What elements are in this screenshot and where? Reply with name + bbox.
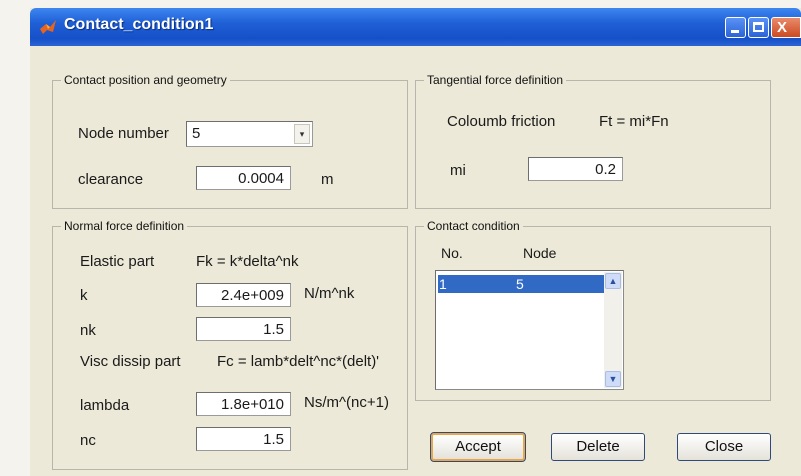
tangential-force-group: Tangential force definition Coloumb fric… (415, 73, 771, 209)
list-item-no: 1 (439, 276, 447, 292)
close-window-button[interactable]: X (771, 17, 801, 38)
nc-label: nc (80, 432, 96, 449)
lambda-unit: Ns/m^(nc+1) (304, 394, 389, 411)
maximize-icon (753, 22, 764, 32)
normal-force-legend: Normal force definition (61, 219, 188, 233)
k-unit: N/m^nk (304, 285, 355, 302)
dialog-window: Contact_condition1 X Contact position an… (30, 8, 801, 476)
node-number-label: Node number (78, 125, 169, 142)
coulomb-friction-label: Coloumb friction (447, 113, 556, 130)
node-number-dropdown[interactable]: 5 ▾ (186, 121, 313, 147)
nc-input[interactable]: 1.5 (196, 427, 291, 451)
column-header-node: Node (523, 245, 557, 261)
list-item[interactable]: 1 5 (438, 275, 604, 293)
k-input[interactable]: 2.4e+009 (196, 283, 291, 307)
elastic-formula: Fk = k*delta^nk (196, 253, 299, 270)
chevron-down-icon[interactable]: ▾ (294, 124, 310, 144)
lambda-label: lambda (80, 397, 130, 414)
clearance-unit: m (321, 171, 334, 188)
clearance-label: clearance (78, 171, 144, 188)
close-icon: X (777, 19, 788, 36)
contact-list[interactable]: 1 5 ▲ ▼ (435, 270, 624, 390)
delete-button[interactable]: Delete (551, 433, 645, 461)
contact-condition-legend: Contact condition (424, 219, 523, 233)
scroll-up-icon[interactable]: ▲ (605, 273, 621, 289)
matlab-logo-icon (40, 20, 56, 34)
mi-input[interactable]: 0.2 (528, 157, 623, 181)
title-bar[interactable]: Contact_condition1 X (30, 8, 801, 46)
contact-position-legend: Contact position and geometry (61, 73, 230, 87)
column-header-no: No. (441, 245, 463, 261)
accept-button[interactable]: Accept (430, 432, 526, 462)
contact-position-group: Contact position and geometry Node numbe… (52, 73, 408, 209)
maximize-button[interactable] (748, 17, 769, 38)
clearance-input[interactable]: 0.0004 (196, 166, 291, 190)
node-number-value: 5 (192, 125, 201, 142)
elastic-part-label: Elastic part (80, 253, 155, 270)
list-scrollbar[interactable]: ▲ ▼ (604, 272, 622, 388)
close-button[interactable]: Close (677, 433, 771, 461)
normal-force-group: Normal force definition Elastic part Fk … (52, 219, 408, 470)
visc-formula: Fc = lamb*delt^nc*(delt)' (217, 353, 380, 370)
mi-label: mi (450, 162, 466, 179)
contact-condition-group: Contact condition No. Node 1 5 ▲ ▼ (415, 219, 771, 401)
list-item-node: 5 (516, 276, 524, 292)
friction-formula: Ft = mi*Fn (599, 113, 669, 130)
k-label: k (80, 287, 88, 304)
lambda-input[interactable]: 1.8e+010 (196, 392, 291, 416)
tangential-force-legend: Tangential force definition (424, 73, 567, 87)
minimize-icon (731, 30, 739, 33)
nk-label: nk (80, 322, 96, 339)
scroll-down-icon[interactable]: ▼ (605, 371, 621, 387)
window-title: Contact_condition1 (64, 16, 214, 33)
visc-dissip-label: Visc dissip part (80, 353, 181, 370)
minimize-button[interactable] (725, 17, 746, 38)
nk-input[interactable]: 1.5 (196, 317, 291, 341)
